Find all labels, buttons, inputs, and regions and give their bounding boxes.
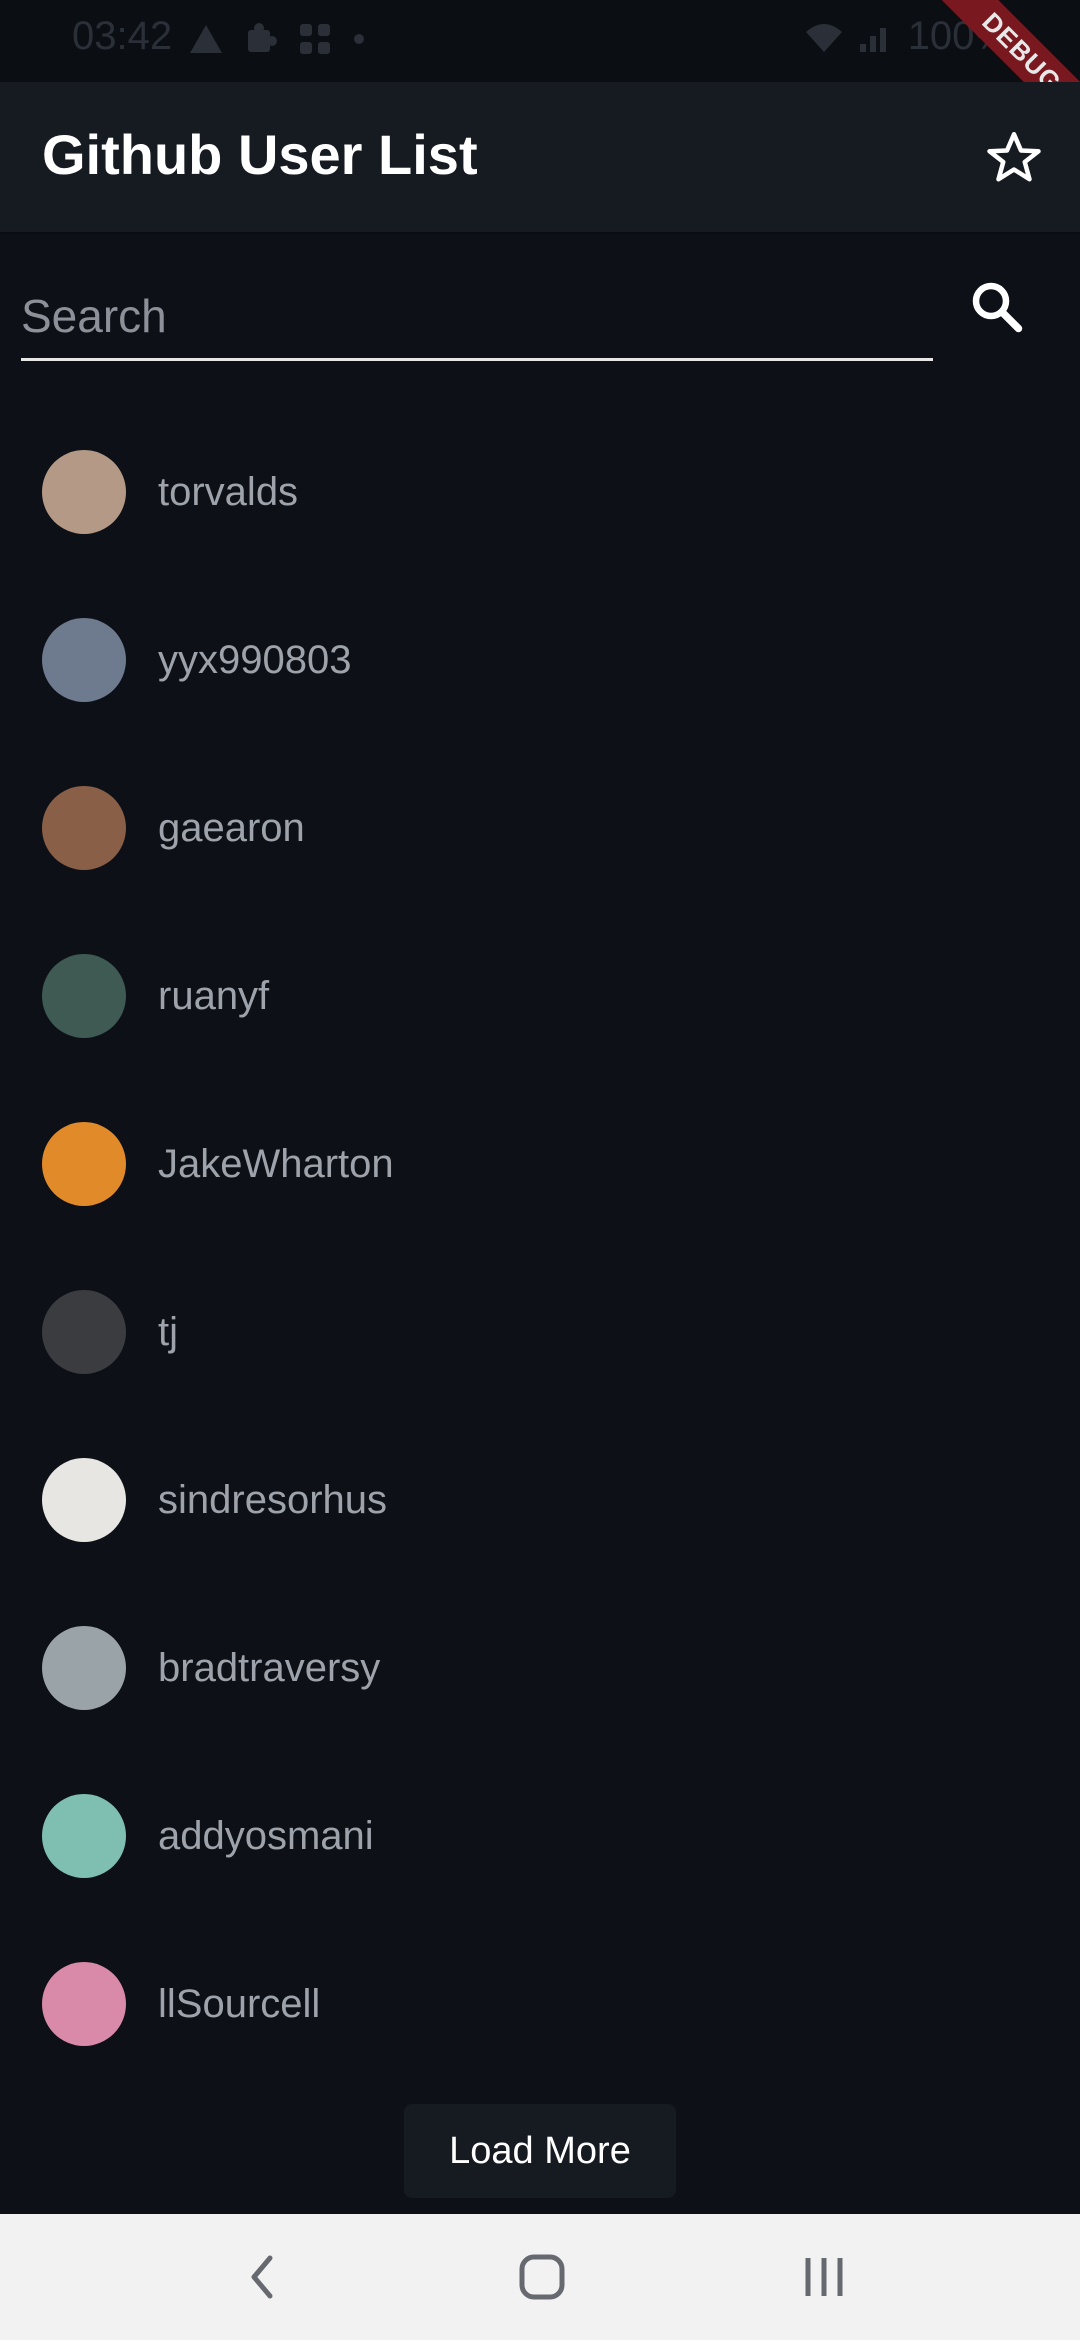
username: addyosmani [158,1814,374,1858]
avatar [42,1962,126,2046]
list-item[interactable]: JakeWharton [0,1080,1080,1248]
list-item[interactable]: torvalds [0,408,1080,576]
home-icon [519,2254,565,2300]
username: llSourcell [158,1982,321,2026]
search-row [0,234,1080,384]
avatar [42,1626,126,1710]
back-button[interactable] [232,2252,292,2302]
puzzle-icon [248,23,277,52]
avatar [42,1122,126,1206]
list-item[interactable]: gaearon [0,744,1080,912]
star-outline-icon [987,132,1041,182]
back-icon [251,2255,273,2299]
page-title: Github User List [42,123,478,186]
username: JakeWharton [158,1142,394,1186]
load-more-button[interactable]: Load More [404,2104,676,2198]
recents-icon [805,2258,843,2296]
search-icon [972,282,1023,333]
list-item[interactable]: addyosmani [0,1752,1080,1920]
search-input[interactable] [21,274,933,361]
avatar [42,1458,126,1542]
avatar [42,1794,126,1878]
list-item[interactable]: ruanyf [0,912,1080,1080]
recents-button[interactable] [794,2252,854,2302]
list-item[interactable]: llSourcell [0,1920,1080,2088]
search-button[interactable] [966,276,1026,336]
username: tj [158,1310,178,1354]
apps-icon [300,24,330,54]
status-bar: 03:42 100% [0,0,1080,82]
warning-icon [190,25,222,53]
avatar [42,1290,126,1374]
status-time: 03:42 [72,14,173,58]
avatar [42,786,126,870]
signal-icon [859,27,886,52]
username: gaearon [158,806,305,850]
list-item[interactable]: sindresorhus [0,1416,1080,1584]
username: bradtraversy [158,1646,381,1690]
username: sindresorhus [158,1478,388,1522]
wifi-icon [805,23,842,52]
username: yyx990803 [158,638,352,682]
favorites-button[interactable] [984,128,1044,188]
status-notification-icons [188,22,366,56]
avatar [42,450,126,534]
app-bar: Github User List [0,82,1080,234]
system-nav-bar [0,2214,1080,2340]
username: torvalds [158,470,299,514]
list-item[interactable]: yyx990803 [0,576,1080,744]
list-item[interactable]: bradtraversy [0,1584,1080,1752]
home-button[interactable] [512,2252,572,2302]
list-item[interactable]: tj [0,1248,1080,1416]
username: ruanyf [158,974,270,1018]
avatar [42,954,126,1038]
avatar [42,618,126,702]
dot-icon [354,34,364,44]
user-list: torvalds yyx990803 gaearon ruanyf JakeWh… [0,408,1080,2088]
